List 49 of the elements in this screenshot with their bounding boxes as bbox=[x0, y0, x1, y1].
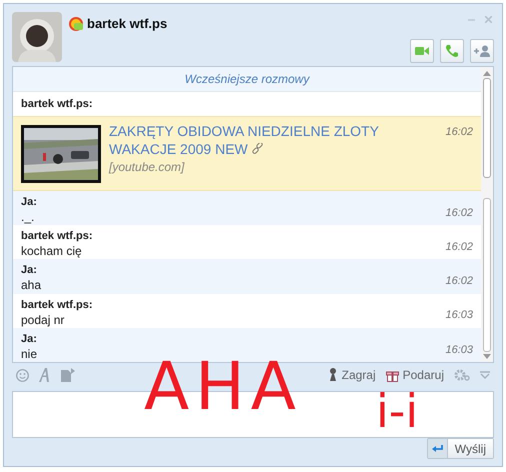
message-time: 16:02 bbox=[444, 206, 473, 221]
add-contact-button[interactable] bbox=[470, 38, 494, 62]
enter-key-icon bbox=[432, 444, 443, 452]
handwritten-scribble: AHA bbox=[144, 354, 302, 420]
message-text: kocham cię bbox=[21, 243, 82, 260]
handwritten-scribble: i-i bbox=[376, 388, 418, 434]
collapse-icon[interactable] bbox=[480, 371, 490, 379]
message-time: 16:03 bbox=[444, 342, 473, 358]
game-piece-icon bbox=[328, 368, 338, 382]
sender-name: Ja: bbox=[21, 194, 37, 209]
message-text: podaj nr bbox=[21, 312, 64, 328]
sender-name: bartek wtf.ps: bbox=[20, 97, 93, 112]
scrollbar[interactable] bbox=[481, 67, 493, 362]
video-call-button[interactable] bbox=[410, 38, 434, 62]
sun-status-icon bbox=[68, 16, 84, 32]
link-source: [youtube.com] bbox=[109, 158, 184, 176]
sender-name: Ja: bbox=[21, 263, 37, 278]
gift-icon bbox=[386, 368, 399, 382]
scroll-up-icon[interactable] bbox=[483, 70, 491, 76]
italic-font-icon[interactable] bbox=[39, 368, 51, 382]
message-text: aha bbox=[21, 277, 42, 294]
gift-button[interactable]: Podaruj bbox=[386, 366, 444, 384]
send-button[interactable]: Wyślij bbox=[448, 439, 493, 458]
settings-icon[interactable] bbox=[454, 369, 470, 381]
file-send-icon[interactable] bbox=[61, 368, 76, 382]
message-time: 16:02 bbox=[444, 124, 473, 140]
enter-toggle-button[interactable] bbox=[428, 439, 448, 458]
sender-name: bartek wtf.ps: bbox=[21, 229, 93, 244]
video-camera-icon bbox=[415, 46, 429, 56]
message-time: 16:03 bbox=[444, 308, 473, 324]
scroll-down-icon[interactable] bbox=[483, 354, 491, 360]
voice-call-button[interactable] bbox=[440, 38, 464, 62]
avatar bbox=[12, 12, 62, 62]
earlier-conversations-link[interactable]: Wcześniejsze rozmowy bbox=[184, 70, 310, 88]
sender-name: bartek wtf.ps: bbox=[21, 298, 93, 312]
phone-icon bbox=[445, 44, 459, 58]
message-text: ._. bbox=[21, 208, 34, 225]
sender-name: Ja: bbox=[21, 332, 37, 346]
contact-name: bartek wtf.ps bbox=[87, 15, 168, 33]
scroll-thumb[interactable] bbox=[483, 78, 491, 178]
link-icon bbox=[252, 142, 263, 154]
play-game-button[interactable]: Zagraj bbox=[328, 366, 376, 384]
add-person-icon bbox=[474, 44, 490, 56]
close-icon[interactable] bbox=[485, 16, 492, 24]
message-text: nie bbox=[21, 346, 38, 362]
message-time: 16:02 bbox=[444, 240, 473, 255]
smiley-icon[interactable] bbox=[16, 368, 29, 382]
message-time: 16:02 bbox=[444, 274, 473, 290]
video-link[interactable]: ZAKRĘTY OBIDOWA NIEDZIELNE ZLOTY WAKACJE 2009 NEW bbox=[109, 122, 439, 158]
